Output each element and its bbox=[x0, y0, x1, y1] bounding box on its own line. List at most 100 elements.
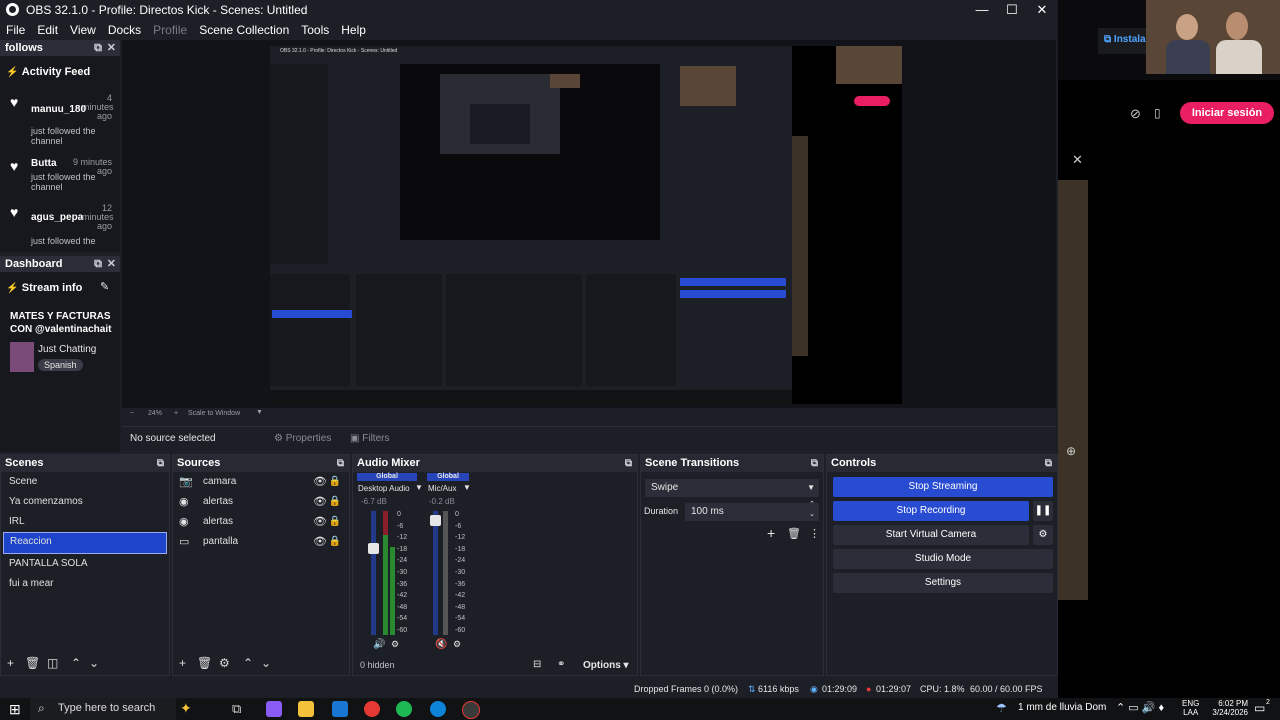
dock-menu-icon[interactable]: ⧉ bbox=[157, 455, 164, 472]
studio-mode-button[interactable]: Studio Mode bbox=[833, 549, 1053, 569]
close-icon[interactable]: ✕ bbox=[1072, 152, 1083, 168]
file-explorer-icon[interactable] bbox=[298, 701, 314, 717]
mute-icon[interactable]: 🔇 bbox=[435, 639, 447, 650]
stop-recording-button[interactable]: Stop Recording bbox=[833, 501, 1029, 521]
scene-item[interactable]: fui a mear bbox=[3, 574, 167, 594]
language-indicator[interactable]: ENG LAA bbox=[1182, 699, 1199, 717]
tray-icons[interactable]: ⌃ ▭ 🔊 ♦ bbox=[1116, 701, 1164, 714]
outlook-icon[interactable] bbox=[332, 701, 348, 717]
sparkle-icon[interactable]: ✦ bbox=[180, 700, 192, 717]
close-dock-icon[interactable]: ✕ bbox=[107, 256, 116, 272]
filter-icon[interactable]: ◫ bbox=[47, 656, 58, 670]
filters-button[interactable]: ▣ Filters bbox=[350, 433, 389, 444]
chevron-down-icon[interactable]: ▼ bbox=[256, 409, 263, 416]
chevron-down-icon[interactable]: ▼ bbox=[463, 483, 471, 492]
trash-icon[interactable]: 🗑 bbox=[25, 656, 40, 670]
scene-item-selected[interactable]: Reaccion bbox=[3, 532, 167, 554]
edit-pencil-icon[interactable]: ✎ bbox=[100, 280, 109, 293]
weather-text[interactable]: 1 mm de lluvia Dom bbox=[1018, 702, 1106, 713]
menu-profile[interactable]: Profile bbox=[147, 20, 193, 38]
options-button[interactable]: Options ▾ bbox=[583, 660, 629, 671]
spotify-icon[interactable] bbox=[396, 701, 412, 717]
down-icon[interactable]: ⌄ bbox=[89, 656, 99, 670]
iniciar-sesion-button[interactable]: Iniciar sesión bbox=[1180, 102, 1274, 124]
dock-menu-icon[interactable]: ⧉ bbox=[337, 455, 344, 472]
edit-icon[interactable]: ⊘ bbox=[1130, 106, 1141, 122]
layout-icon[interactable]: ⊟ bbox=[533, 659, 541, 670]
stop-streaming-button[interactable]: Stop Streaming bbox=[833, 477, 1053, 497]
search-box[interactable]: ⌕ Type here to search bbox=[30, 698, 176, 720]
trash-icon[interactable]: 🗑 bbox=[197, 656, 212, 670]
add-icon[interactable]: + bbox=[767, 525, 775, 541]
duration-input[interactable]: 100 ms ⌃ ⌄ bbox=[685, 501, 819, 521]
more-icon[interactable]: ⋮ bbox=[809, 527, 820, 540]
windows-start-icon[interactable]: ⊞ bbox=[9, 701, 21, 718]
notification-icon[interactable]: ▭ bbox=[1254, 701, 1265, 715]
menu-edit[interactable]: Edit bbox=[31, 20, 64, 38]
gear-icon[interactable]: ⚙ bbox=[391, 639, 399, 650]
link-icon[interactable]: ⚭ bbox=[557, 659, 565, 670]
scale-mode[interactable]: Scale to Window bbox=[188, 410, 240, 417]
transition-select[interactable]: Swipe ▼ bbox=[645, 479, 819, 497]
lock-icon[interactable]: 🔒 bbox=[329, 472, 341, 492]
maximize-button[interactable]: ☐ bbox=[996, 0, 1028, 20]
source-item[interactable]: 📷 camara 👁 🔒 bbox=[173, 472, 349, 492]
start-virtual-camera-button[interactable]: Start Virtual Camera bbox=[833, 525, 1029, 545]
lock-icon[interactable]: 🔒 bbox=[329, 492, 341, 512]
up-icon[interactable]: ⌃ bbox=[243, 656, 253, 670]
pause-recording-icon[interactable]: ❚❚ bbox=[1033, 501, 1053, 521]
source-item[interactable]: ◉ alertas 👁 🔒 bbox=[173, 512, 349, 532]
undock-icon[interactable]: ⧉ bbox=[94, 256, 102, 272]
scene-item[interactable]: Scene bbox=[3, 472, 167, 492]
add-icon[interactable]: + bbox=[179, 656, 186, 670]
gear-icon[interactable]: ⚙ bbox=[453, 639, 461, 650]
gear-icon[interactable]: ⚙ bbox=[1033, 525, 1053, 545]
scene-item[interactable]: PANTALLA SOLA bbox=[3, 554, 167, 574]
add-icon[interactable]: + bbox=[7, 656, 14, 670]
menu-docks[interactable]: Docks bbox=[102, 20, 147, 38]
minimize-button[interactable]: — bbox=[966, 0, 998, 20]
lock-icon[interactable]: 🔒 bbox=[329, 532, 341, 552]
dock-menu-icon[interactable]: ⧉ bbox=[811, 455, 818, 472]
scene-item[interactable]: IRL bbox=[3, 512, 167, 532]
chevron-down-icon[interactable]: ▼ bbox=[415, 483, 423, 492]
menu-help[interactable]: Help bbox=[335, 20, 372, 38]
dock-menu-icon[interactable]: ⧉ bbox=[1045, 455, 1052, 472]
volume-slider[interactable] bbox=[430, 515, 441, 526]
undock-icon[interactable]: ⧉ bbox=[94, 40, 102, 56]
chrome-icon[interactable] bbox=[364, 701, 380, 717]
up-icon[interactable]: ⌃ bbox=[71, 656, 81, 670]
trash-icon[interactable]: 🗑 bbox=[787, 527, 801, 540]
eye-icon[interactable]: 👁 bbox=[313, 512, 327, 532]
eye-icon[interactable]: 👁 bbox=[313, 472, 327, 492]
scene-item[interactable]: Ya comenzamos bbox=[3, 492, 167, 512]
eye-icon[interactable]: 👁 bbox=[313, 532, 327, 552]
task-view-icon[interactable]: ⧉ bbox=[232, 701, 241, 717]
clock[interactable]: 6:02 PM 3/24/2026 bbox=[1204, 699, 1248, 717]
pin-icon[interactable]: ⊕ bbox=[1066, 444, 1076, 458]
install-button[interactable]: ⧉ Instala bbox=[1104, 34, 1146, 45]
source-item[interactable]: ▭ pantalla 👁 🔒 bbox=[173, 532, 349, 552]
menu-tools[interactable]: Tools bbox=[295, 20, 335, 38]
settings-button[interactable]: Settings bbox=[833, 573, 1053, 593]
source-item[interactable]: ◉ alertas 👁 🔒 bbox=[173, 492, 349, 512]
down-icon[interactable]: ⌄ bbox=[261, 656, 271, 670]
menu-scene-collection[interactable]: Scene Collection bbox=[193, 20, 295, 38]
dock-menu-icon[interactable]: ⧉ bbox=[625, 455, 632, 472]
lock-icon[interactable]: 🔒 bbox=[329, 512, 341, 532]
zoom-out-icon[interactable]: − bbox=[130, 410, 134, 417]
eye-icon[interactable]: 👁 bbox=[313, 492, 327, 512]
copilot-icon[interactable] bbox=[266, 701, 282, 717]
close-dock-icon[interactable]: ✕ bbox=[107, 40, 116, 56]
edge-icon[interactable] bbox=[430, 701, 446, 717]
phone-icon[interactable]: ▯ bbox=[1154, 106, 1161, 120]
menu-file[interactable]: File bbox=[0, 20, 31, 38]
obs-taskbar-icon[interactable] bbox=[462, 701, 480, 719]
speaker-icon[interactable]: 🔊 bbox=[373, 639, 385, 650]
volume-slider[interactable] bbox=[368, 543, 379, 554]
close-button[interactable]: ✕ bbox=[1026, 0, 1058, 20]
menu-view[interactable]: View bbox=[64, 20, 102, 38]
zoom-in-icon[interactable]: + bbox=[174, 410, 178, 417]
gear-icon[interactable]: ⚙ bbox=[219, 656, 230, 670]
properties-button[interactable]: ⚙ Properties bbox=[274, 433, 331, 444]
